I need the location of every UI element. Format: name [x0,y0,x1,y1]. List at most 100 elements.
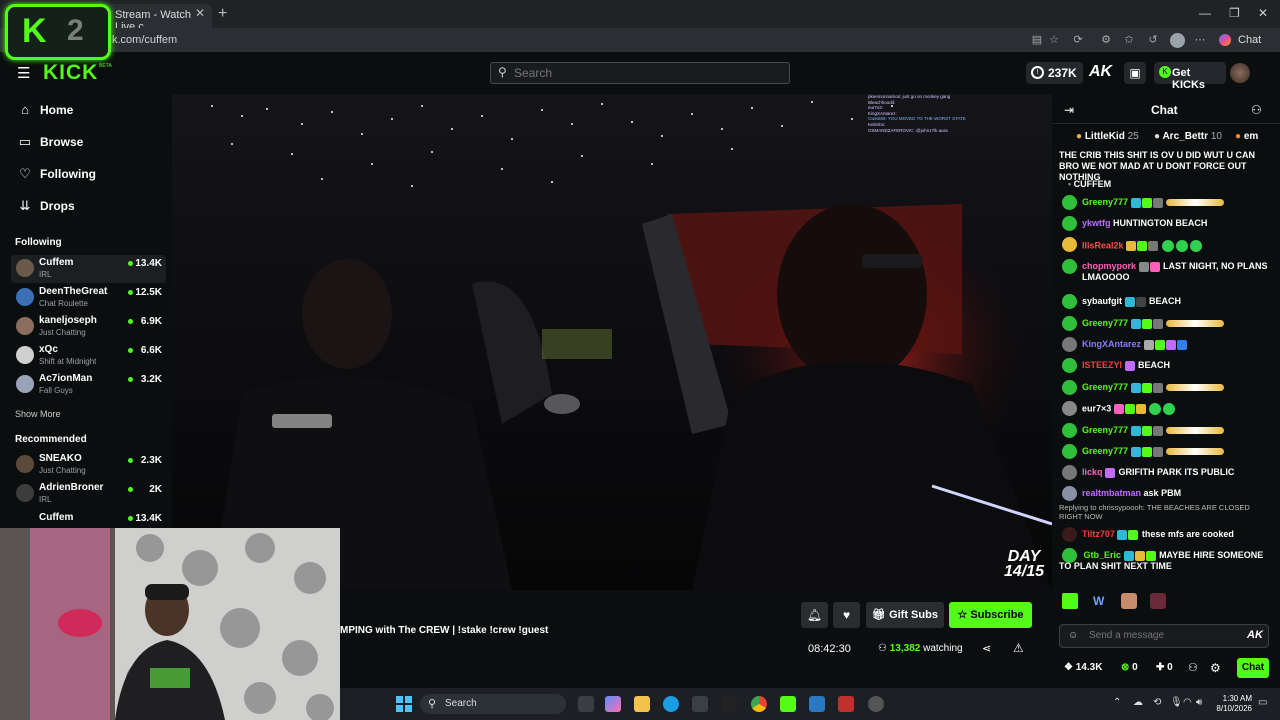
window-close-icon[interactable]: ✕ [1258,6,1268,20]
kicks-stat[interactable]: ❖ 14.3K [1064,662,1102,673]
top-gifter[interactable]: ● Arc_Bettr 10 [1154,131,1222,142]
channel-name[interactable]: SNEAKO [39,453,82,464]
ak-logo[interactable]: AK [1089,63,1112,81]
nav-browse[interactable]: Browse [40,135,83,149]
channel-name[interactable]: xQc [39,344,58,355]
file-explorer-icon[interactable] [634,696,650,712]
url-text[interactable]: k.com/cuffem [112,34,177,46]
chat-username[interactable]: Greeny777 [1082,446,1128,456]
subscribe-button[interactable]: ☆ Subscribe [949,602,1032,628]
chat-username[interactable]: KingXAntarez [1082,339,1141,349]
chat-username[interactable]: IlisReal2k [1082,240,1124,250]
photos-icon[interactable] [809,696,825,712]
predictions-stat[interactable]: ✚ 0 [1156,662,1173,673]
edge-icon[interactable] [663,696,679,712]
search-input[interactable] [514,66,774,80]
notifications-icon[interactable]: ▭ [1258,697,1267,708]
channel-name[interactable]: DeenTheGreat [39,286,107,297]
history-icon[interactable]: ↺ [1146,33,1160,47]
address-bar[interactable] [0,28,1280,52]
obs-icon[interactable] [868,696,884,712]
badge [1148,241,1159,251]
chat-username[interactable]: realtmbatman [1082,488,1141,498]
emote-icon[interactable] [1062,593,1078,609]
chat-username[interactable]: ISTEEZYI [1082,360,1122,370]
copilot-app-icon[interactable] [605,696,621,712]
more-icon[interactable]: ⋯ [1193,33,1207,47]
copilot-icon[interactable] [1219,34,1231,46]
favorites-icon[interactable]: ✩ [1122,33,1136,47]
reader-icon[interactable]: ▤ [1030,33,1044,47]
collapse-chat-icon[interactable]: ⇥ [1064,103,1074,117]
taskbar-search-label[interactable]: Search [445,698,477,709]
refresh-icon[interactable]: ⟳ [1071,33,1085,47]
notification-bell-icon[interactable]: 🔔︎ [801,602,828,628]
chat-input[interactable] [1089,630,1239,641]
user-avatar[interactable] [1230,63,1250,83]
top-gifter[interactable]: ● em [1235,131,1258,142]
video-player[interactable] [172,94,1052,590]
tray-app-icon[interactable]: ☁ [1133,697,1143,708]
profile-icon[interactable]: ⚇ [1188,661,1198,674]
microphone-icon[interactable]: 🎙︎ [1170,697,1183,708]
wifi-icon[interactable]: ◠ [1183,697,1192,708]
gift-subs-button[interactable]: 🎁︎ Gift Subs [866,602,944,628]
chat-users-icon[interactable]: ⚇ [1251,103,1262,117]
copilot-chat-label[interactable]: Chat [1238,34,1261,46]
favorite-star-icon[interactable]: ☆ [1047,33,1061,47]
chat-username[interactable]: chopmypork [1082,261,1136,271]
chat-username[interactable]: Gtb_Eric [1084,550,1122,560]
kick-logo[interactable]: KICK [43,61,98,85]
layout-button[interactable]: ▣ [1124,62,1146,84]
chat-username[interactable]: Greeny777 [1082,425,1128,435]
chat-username[interactable]: Greeny777 [1082,382,1128,392]
nav-drops[interactable]: Drops [40,199,75,213]
kick-app-icon[interactable] [780,696,796,712]
extensions-icon[interactable]: ⚙ [1099,33,1113,47]
chat-send-button[interactable]: Chat [1237,658,1269,678]
report-icon[interactable]: ⚠ [1013,641,1024,655]
nav-home[interactable]: Home [40,103,73,117]
task-view-icon[interactable] [578,696,594,712]
taskbar-search[interactable] [420,694,566,714]
store-icon[interactable] [692,696,708,712]
chrome-icon[interactable] [751,696,767,712]
chat-username[interactable]: Greeny777 [1082,197,1128,207]
ak-icon[interactable]: AK [1247,629,1263,641]
points-stat[interactable]: ⊗ 0 [1121,662,1138,673]
taskbar-clock[interactable]: 1:30 AM 8/10/2026 [1212,694,1252,714]
emoji-icon[interactable]: ☺ [1068,630,1078,641]
volume-icon[interactable]: 🔊︎ [1196,697,1202,708]
video-editor-icon[interactable] [838,696,854,712]
emote-icon[interactable] [1150,593,1166,609]
channel-name[interactable]: Cuffem [39,512,73,523]
nav-following[interactable]: Following [40,167,96,181]
share-icon[interactable]: ⋖ [982,642,991,655]
channel-name[interactable]: Ac7ionMan [39,373,92,384]
new-tab-icon[interactable]: + [218,5,227,23]
chat-username[interactable]: sybaufgit [1082,296,1122,306]
reply-context[interactable]: Replying to chrissypoooh: THE BEACHES AR… [1059,503,1272,521]
gear-icon[interactable]: ⚙ [1210,661,1221,675]
chat-username[interactable]: eur7×3 [1082,403,1111,413]
chat-username[interactable]: Greeny777 [1082,318,1128,328]
minimize-icon[interactable]: — [1199,6,1211,20]
tray-chevron-icon[interactable]: ⌃ [1113,697,1121,708]
emote-w-icon[interactable]: W [1093,594,1104,608]
emote-icon[interactable] [1121,593,1137,609]
maximize-icon[interactable]: ❐ [1229,6,1240,20]
chat-username[interactable]: ykwtfg [1082,218,1111,228]
tray-sync-icon[interactable]: ⟲ [1153,697,1161,708]
top-gifter[interactable]: ● LittleKid 25 [1076,131,1139,142]
terminal-icon[interactable] [721,696,737,712]
windows-start-icon[interactable] [396,696,412,712]
chat-username[interactable]: Tiltz707 [1082,529,1115,539]
channel-name[interactable]: AdrienBroner [39,482,103,493]
follow-heart-icon[interactable]: ♥ [833,602,860,628]
show-more-link[interactable]: Show More [15,409,61,419]
menu-icon[interactable]: ☰ [17,64,30,82]
chat-username[interactable]: lickq [1082,467,1103,477]
tab-close-icon[interactable]: ✕ [195,6,205,20]
channel-name[interactable]: kaneljoseph [39,315,97,326]
browser-profile-avatar[interactable] [1170,33,1185,48]
